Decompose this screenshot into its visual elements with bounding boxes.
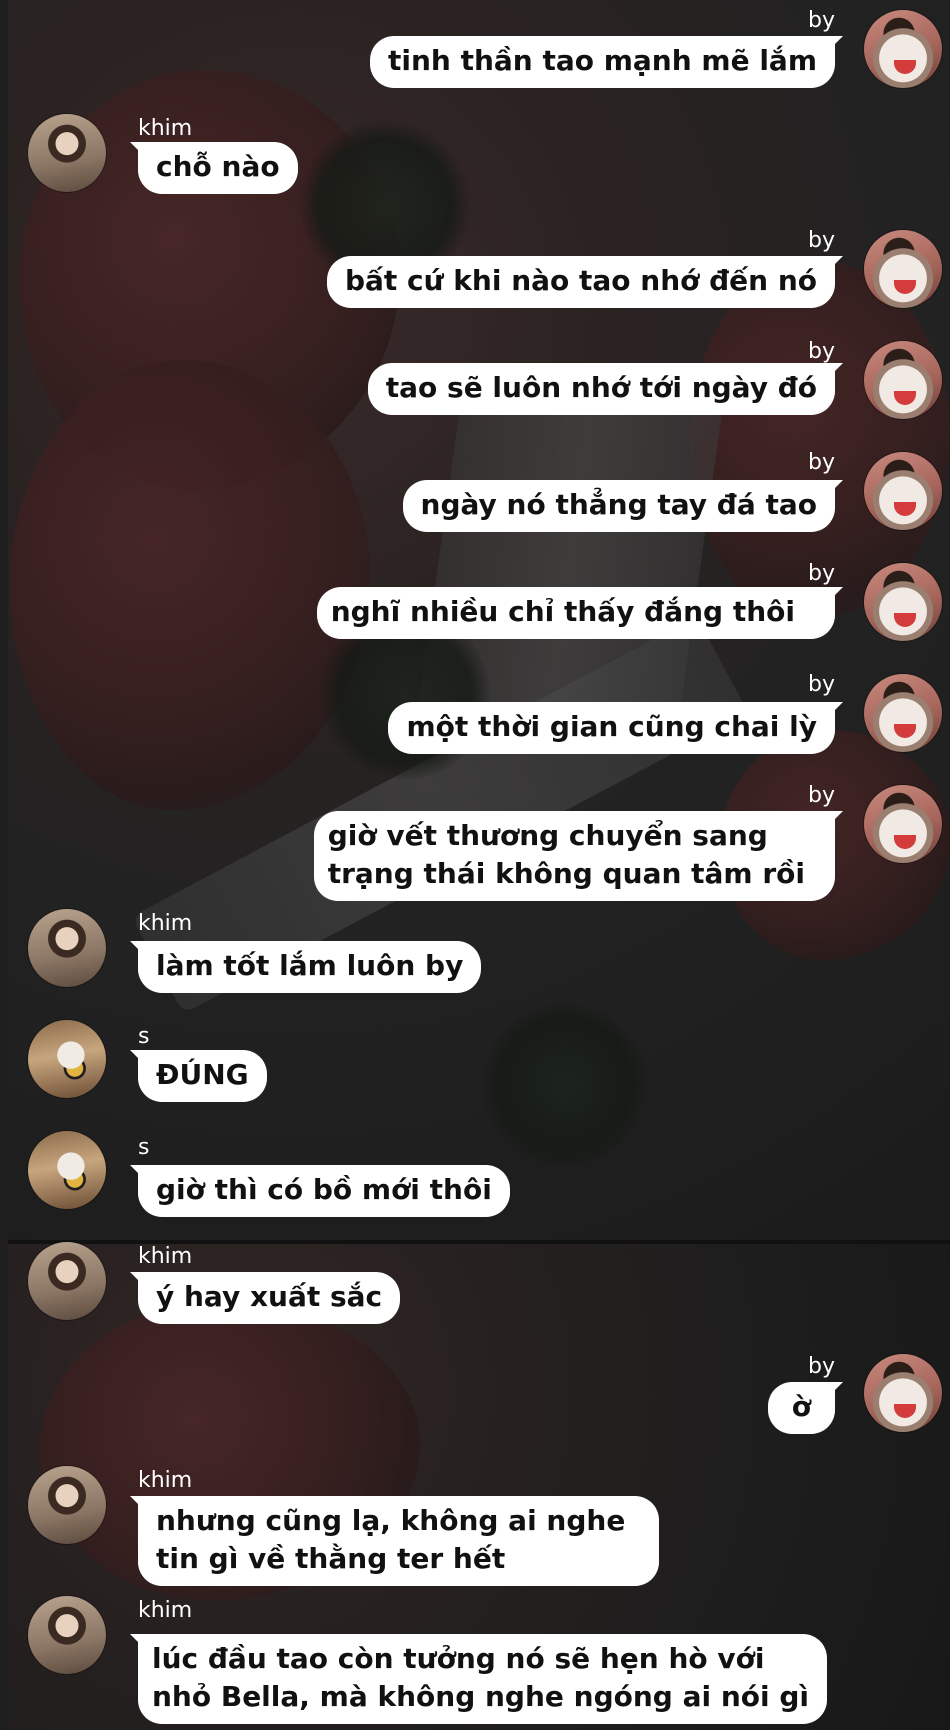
tongue-shirt-graphic bbox=[894, 613, 916, 627]
sender-name: khim bbox=[138, 1468, 193, 1493]
avatar[interactable] bbox=[28, 114, 106, 192]
message-bubble[interactable]: nghĩ nhiều chỉ thấy đắng thôi bbox=[316, 587, 844, 639]
tongue-shirt-graphic bbox=[894, 835, 916, 849]
message-bubble[interactable]: giờ thì có bồ mới thôi bbox=[130, 1165, 510, 1217]
avatar[interactable] bbox=[864, 674, 942, 752]
avatar[interactable] bbox=[28, 1020, 106, 1098]
message-bubble[interactable]: lúc đầu tao còn tưởng nó sẽ hẹn hò với n… bbox=[130, 1634, 827, 1724]
tongue-shirt-graphic bbox=[894, 391, 916, 405]
message-bubble[interactable]: tinh thần tao mạnh mẽ lắm bbox=[369, 36, 844, 88]
avatar[interactable] bbox=[28, 909, 106, 987]
sender-name: khim bbox=[138, 1244, 193, 1269]
sender-name: by bbox=[808, 672, 835, 697]
message-bubble[interactable]: làm tốt lắm luôn by bbox=[129, 941, 482, 993]
tongue-shirt-graphic bbox=[894, 280, 916, 294]
sender-name: s bbox=[138, 1135, 150, 1160]
message-bubble[interactable]: nhưng cũng lạ, không ai nghe tin gì về t… bbox=[129, 1496, 660, 1586]
strawberry-leaf bbox=[480, 1000, 650, 1170]
avatar[interactable] bbox=[864, 1354, 942, 1432]
avatar[interactable] bbox=[864, 785, 942, 863]
tongue-shirt-graphic bbox=[894, 60, 916, 74]
message-bubble[interactable]: một thời gian cũng chai lỳ bbox=[388, 702, 843, 754]
sender-name: khim bbox=[138, 911, 193, 936]
sender-name: by bbox=[808, 1354, 835, 1379]
message-bubble[interactable]: ĐÚNG bbox=[130, 1050, 267, 1102]
avatar[interactable] bbox=[864, 563, 942, 641]
sender-name: khim bbox=[138, 116, 193, 141]
avatar[interactable] bbox=[28, 1242, 106, 1320]
sender-name: s bbox=[138, 1024, 150, 1049]
avatar[interactable] bbox=[864, 341, 942, 419]
message-bubble[interactable]: tao sẽ luôn nhớ tới ngày đó bbox=[367, 363, 844, 415]
tongue-shirt-graphic bbox=[894, 502, 916, 516]
message-bubble[interactable]: ngày nó thẳng tay đá tao bbox=[402, 480, 844, 532]
message-bubble[interactable]: giờ vết thương chuyển sang trạng thái kh… bbox=[313, 811, 844, 901]
message-bubble[interactable]: ờ bbox=[767, 1382, 844, 1434]
tongue-shirt-graphic bbox=[894, 1404, 916, 1418]
sender-name: by bbox=[808, 783, 835, 808]
avatar[interactable] bbox=[28, 1596, 106, 1674]
tongue-shirt-graphic bbox=[894, 724, 916, 738]
avatar[interactable] bbox=[864, 452, 942, 530]
sender-name: by bbox=[808, 228, 835, 253]
avatar[interactable] bbox=[864, 10, 942, 88]
message-bubble[interactable]: chỗ nào bbox=[130, 142, 298, 194]
sender-name: by bbox=[808, 339, 835, 364]
message-bubble[interactable]: ý hay xuất sắc bbox=[129, 1272, 401, 1324]
avatar[interactable] bbox=[864, 230, 942, 308]
avatar[interactable] bbox=[28, 1466, 106, 1544]
sender-name: khim bbox=[138, 1598, 193, 1623]
sender-name: by bbox=[808, 450, 835, 475]
message-bubble[interactable]: bất cứ khi nào tao nhớ đến nó bbox=[326, 256, 844, 308]
sender-name: by bbox=[808, 8, 835, 33]
sender-name: by bbox=[808, 561, 835, 586]
avatar[interactable] bbox=[28, 1131, 106, 1209]
